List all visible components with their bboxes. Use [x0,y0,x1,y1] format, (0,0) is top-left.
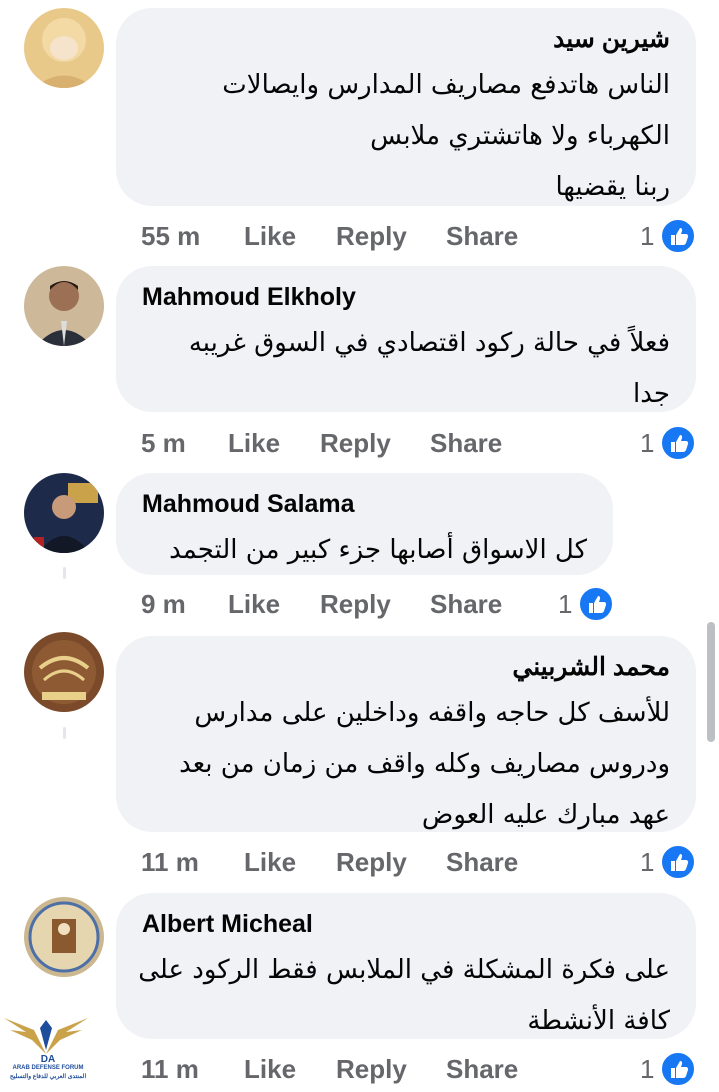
watermark-letters: DA [40,1054,56,1065]
comment-bubble: محمد الشربيني للأسف كل حاجه واقفه وداخلي… [116,636,696,832]
thumbs-up-icon [660,844,697,880]
comment-author[interactable]: شيرين سيد [142,24,670,54]
thumbs-up-icon [578,586,615,622]
avatar[interactable] [24,8,104,88]
watermark-name: ARAB DEFENSE FORUM [12,1065,84,1071]
comment-author[interactable]: Albert Micheal [142,909,670,939]
comment-time[interactable]: 9 m [141,589,228,620]
share-button[interactable]: Share [430,428,502,459]
comment-actions: 55 m Like Reply Share [141,216,518,256]
comment-text: الناس هاتدفع مصاريف المدارس وايصالات الك… [222,70,670,202]
reaction-count[interactable]: 1 [640,216,697,256]
share-button[interactable]: Share [446,221,518,252]
like-button[interactable]: Like [244,1054,336,1085]
comment-bubble: Mahmoud Elkholy فعلاً في حالة ركود اقتصا… [116,266,696,412]
comment-bubble: شيرين سيد الناس هاتدفع مصاريف المدارس وا… [116,8,696,206]
comment-actions: 11 m Like Reply Share [141,1049,518,1089]
thumbs-up-icon [660,1051,697,1087]
comment-text: فعلاً في حالة ركود اقتصادي في السوق غريب… [188,328,670,409]
avatar[interactable] [24,897,104,977]
comment-text: على فكرة المشكلة في الملابس فقط الركود ع… [138,955,670,1036]
watermark-logo: DA ARAB DEFENSE FORUM المنتدى العربي للد… [0,1010,92,1085]
reply-button[interactable]: Reply [336,1054,446,1085]
comment-time[interactable]: 11 m [141,1054,244,1085]
share-button[interactable]: Share [430,589,502,620]
like-button[interactable]: Like [244,847,336,878]
comment-author[interactable]: Mahmoud Elkholy [142,282,670,312]
comment-actions: 11 m Like Reply Share [141,842,518,882]
reaction-count[interactable]: 1 [558,584,615,624]
avatar[interactable] [24,473,104,553]
comment-bubble: Mahmoud Salama كل الاسواق أصابها جزء كبي… [116,473,613,575]
share-button[interactable]: Share [446,1054,518,1085]
comment-actions: 9 m Like Reply Share [141,584,502,624]
avatar[interactable] [24,632,104,712]
comment-text: كل الاسواق أصابها جزء كبير من التجمد [169,535,587,565]
comment-text: للأسف كل حاجه واقفه وداخلين على مدارس ود… [179,698,670,830]
thumbs-up-icon [660,218,697,254]
thread-line [63,567,66,579]
like-button[interactable]: Like [228,589,320,620]
eagle-icon [4,1018,88,1054]
comment-time[interactable]: 11 m [141,847,244,878]
comment-time[interactable]: 55 m [141,221,244,252]
reaction-count[interactable]: 1 [640,842,697,882]
reaction-count[interactable]: 1 [640,1049,697,1089]
like-button[interactable]: Like [228,428,320,459]
thread-line [63,727,66,739]
comment-time[interactable]: 5 m [141,428,228,459]
avatar[interactable] [24,266,104,346]
reaction-count[interactable]: 1 [640,423,697,463]
comment-bubble: Albert Micheal على فكرة المشكلة في الملا… [116,893,696,1039]
reply-button[interactable]: Reply [320,428,430,459]
comment-actions: 5 m Like Reply Share [141,423,502,463]
reply-button[interactable]: Reply [320,589,430,620]
reply-button[interactable]: Reply [336,847,446,878]
reply-button[interactable]: Reply [336,221,446,252]
comment-author[interactable]: محمد الشربيني [142,652,670,682]
scrollbar[interactable] [707,622,715,742]
share-button[interactable]: Share [446,847,518,878]
thumbs-up-icon [660,425,697,461]
like-button[interactable]: Like [244,221,336,252]
comment-author[interactable]: Mahmoud Salama [142,489,587,519]
watermark-subtitle: المنتدى العربي للدفاع والتسليح [9,1074,87,1080]
